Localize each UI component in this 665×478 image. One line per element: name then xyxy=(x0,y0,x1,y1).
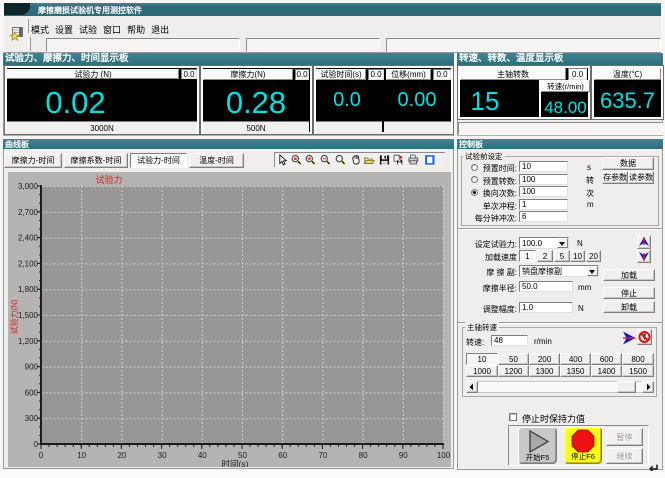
svg-text:90: 90 xyxy=(399,451,408,460)
svg-text:20: 20 xyxy=(117,451,126,460)
svg-text:10: 10 xyxy=(77,451,86,460)
svg-text:300: 300 xyxy=(25,414,39,423)
svg-text:时间(s): 时间(s) xyxy=(222,459,249,467)
svg-text:100: 100 xyxy=(437,451,451,460)
svg-text:1,500: 1,500 xyxy=(18,311,39,320)
svg-text:70: 70 xyxy=(318,451,327,460)
svg-text:0: 0 xyxy=(34,440,39,449)
svg-text:试验力: 试验力 xyxy=(95,174,122,185)
svg-text:1,200: 1,200 xyxy=(18,337,39,346)
svg-text:40: 40 xyxy=(198,451,207,460)
svg-text:80: 80 xyxy=(359,451,368,460)
svg-text:试验力(N): 试验力(N) xyxy=(9,299,19,334)
svg-text:0: 0 xyxy=(39,451,44,460)
svg-text:2,700: 2,700 xyxy=(18,208,39,217)
svg-text:600: 600 xyxy=(25,388,39,397)
svg-text:3,000: 3,000 xyxy=(18,182,39,191)
svg-text:900: 900 xyxy=(25,363,39,372)
svg-text:1,800: 1,800 xyxy=(18,285,39,294)
svg-text:60: 60 xyxy=(278,451,287,460)
svg-text:2,100: 2,100 xyxy=(18,259,39,268)
svg-text:2,400: 2,400 xyxy=(18,234,39,243)
svg-text:30: 30 xyxy=(158,451,167,460)
